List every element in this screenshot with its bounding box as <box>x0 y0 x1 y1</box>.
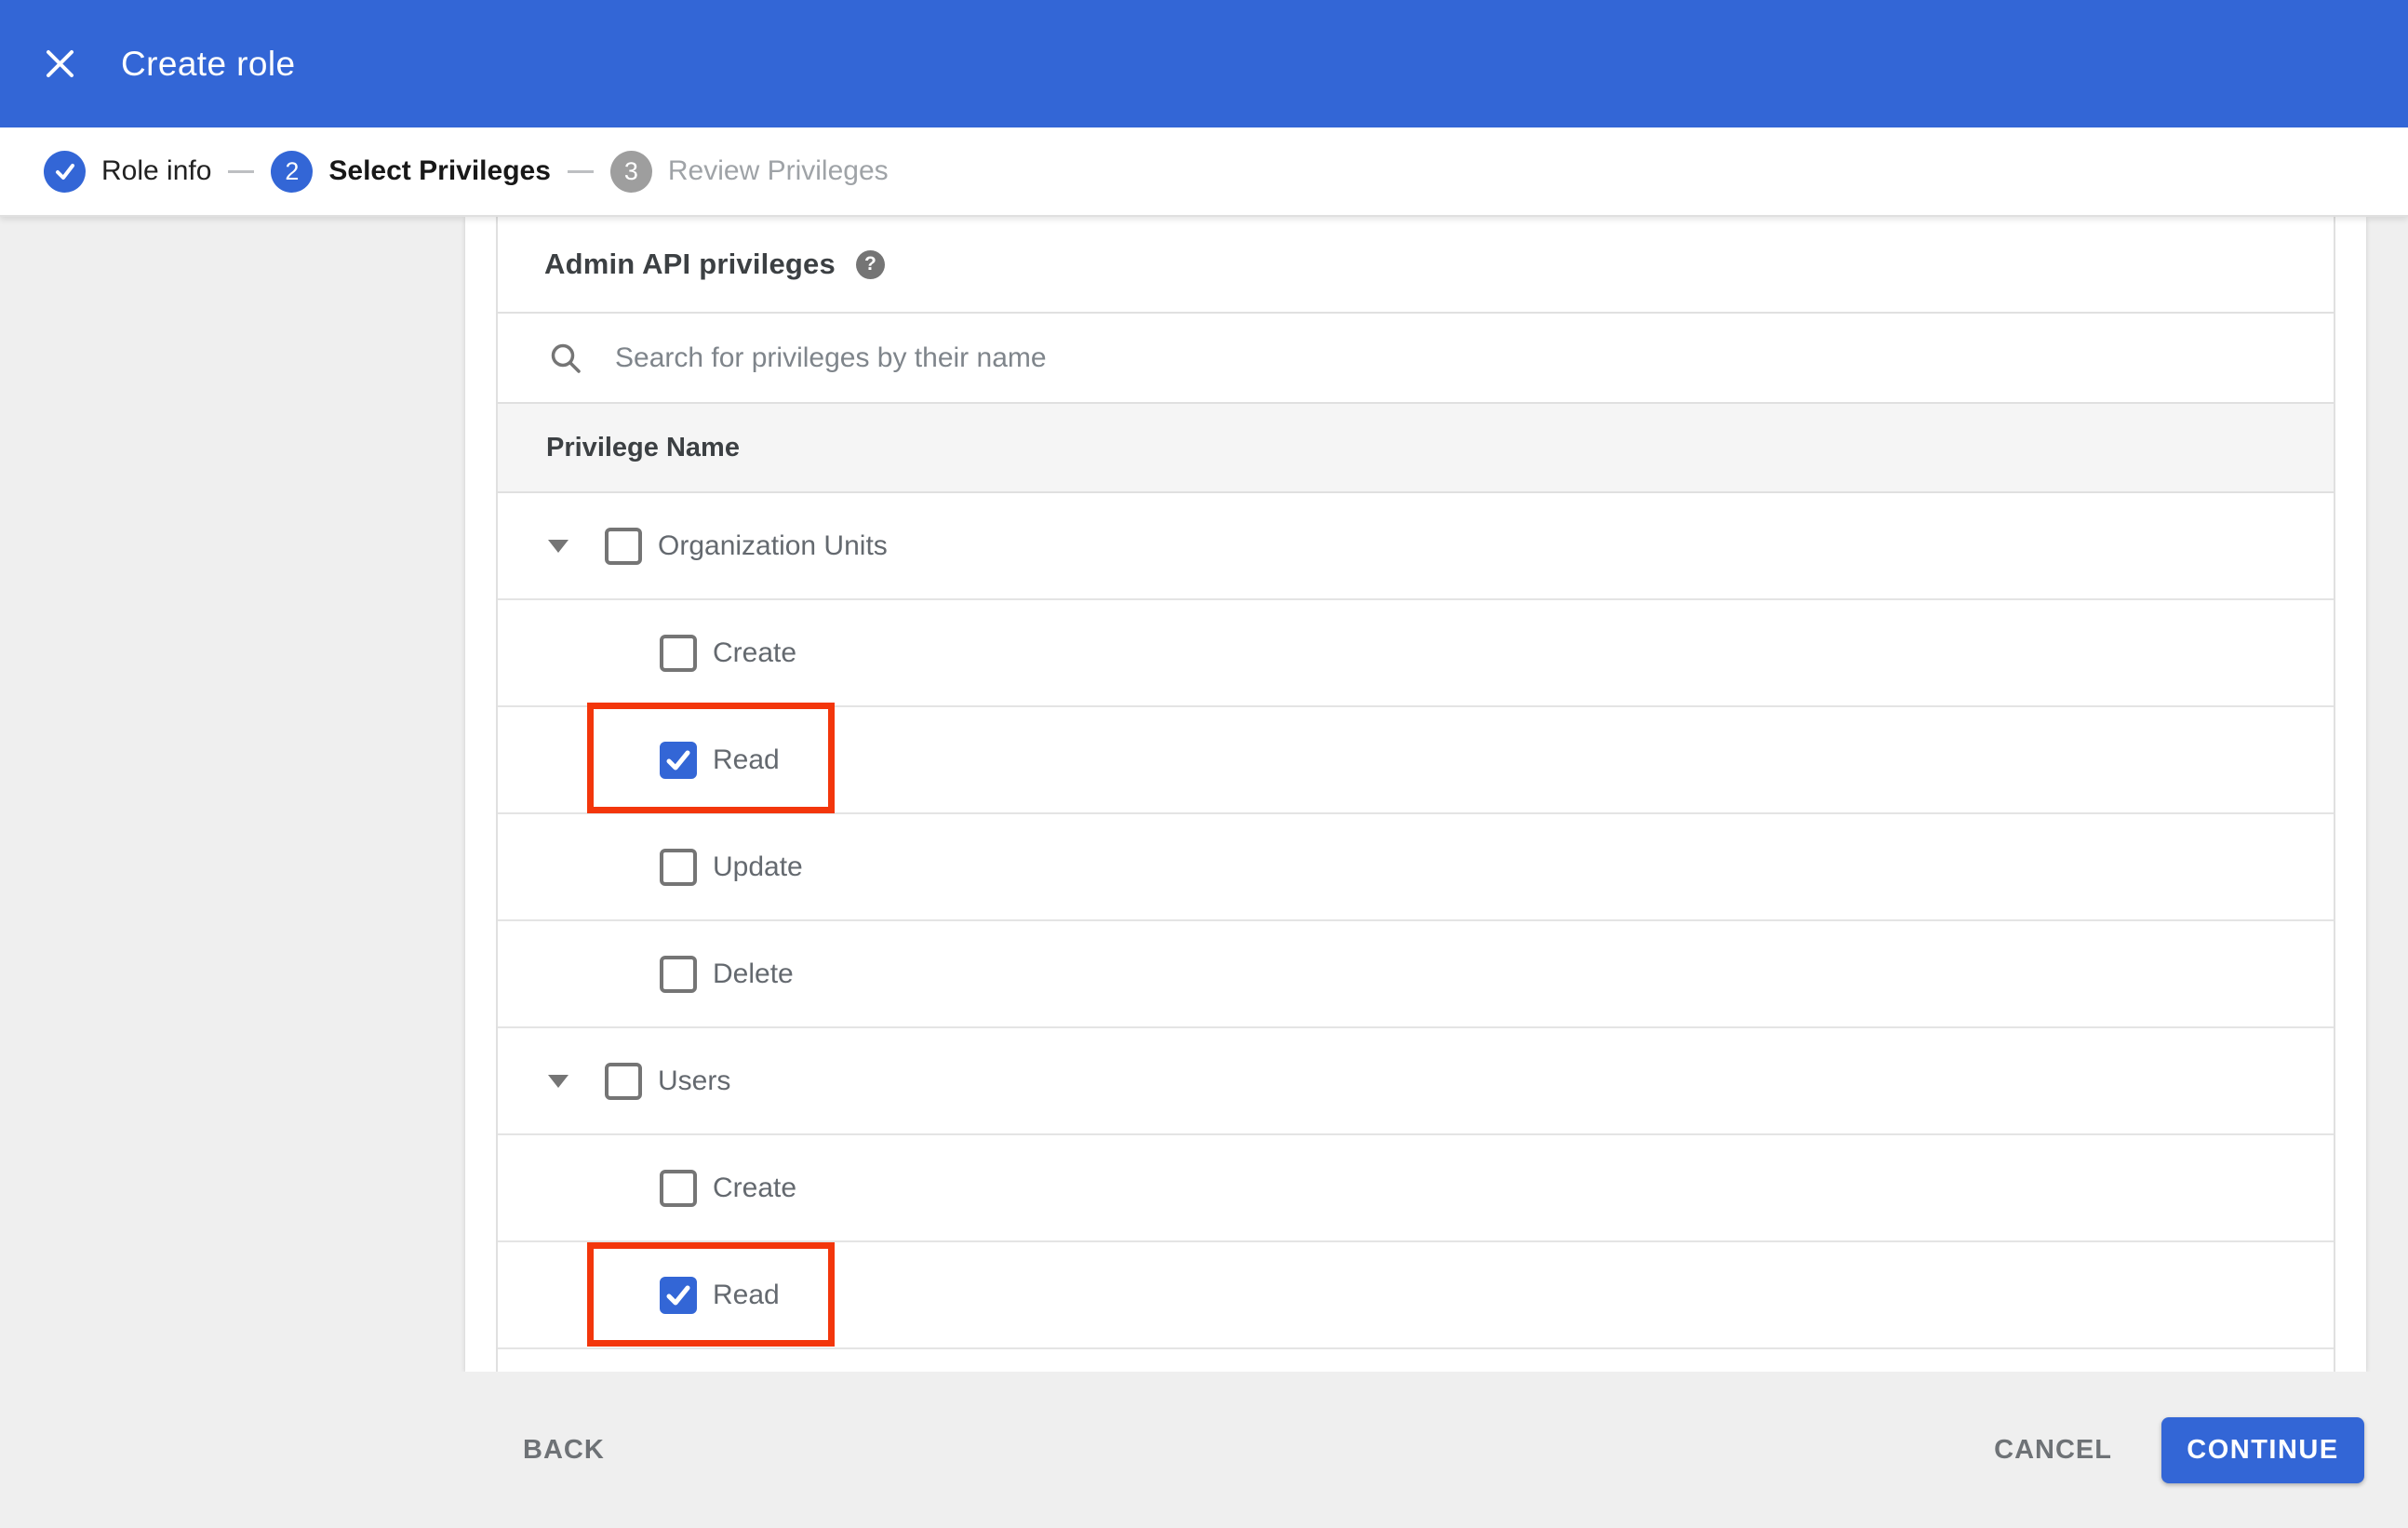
table-row-orgunits-create: Create <box>498 600 2334 707</box>
step-review-privileges: 3 Review Privileges <box>609 150 889 193</box>
checkbox-organization-units[interactable] <box>605 527 642 565</box>
checkmark-icon <box>666 1285 690 1305</box>
privilege-label: Organization Units <box>658 529 888 561</box>
section-header: Admin API privileges ? <box>498 217 2334 314</box>
privilege-label: Create <box>713 1172 797 1203</box>
step-number-badge: 3 <box>609 150 652 193</box>
privilege-label: Delete <box>713 958 794 989</box>
stepper: Role info 2 Select Privileges 3 Review P… <box>0 127 2408 217</box>
privilege-label: Read <box>713 1279 780 1310</box>
privilege-label: Create <box>713 637 797 668</box>
step-complete-check-icon <box>44 150 86 193</box>
content-card: Admin API privileges ? Privilege Name <box>465 217 2366 1372</box>
table-row-partial <box>498 1349 2334 1370</box>
table-row-orgunits-update: Update <box>498 814 2334 921</box>
help-icon[interactable]: ? <box>855 249 885 279</box>
privileges-panel: Admin API privileges ? Privilege Name <box>496 217 2335 1372</box>
footer-bar: BACK CANCEL CONTINUE <box>0 1372 2408 1528</box>
table-row-users-create: Create <box>498 1135 2334 1242</box>
close-icon <box>46 50 74 77</box>
privilege-label: Users <box>658 1065 731 1096</box>
checkbox-orgunits-delete[interactable] <box>660 955 697 993</box>
table-row-orgunits-read: Read <box>498 707 2334 814</box>
table-column-header: Privilege Name <box>498 404 2334 493</box>
table-row-users-read: Read <box>498 1242 2334 1349</box>
step-number-badge: 2 <box>271 150 314 193</box>
table-row-users: Users <box>498 1028 2334 1135</box>
checkbox-orgunits-create[interactable] <box>660 634 697 672</box>
search-icon <box>551 343 581 373</box>
step-select-privileges[interactable]: 2 Select Privileges <box>271 150 551 193</box>
privilege-label: Read <box>713 744 780 775</box>
checkmark-icon <box>666 750 690 770</box>
create-role-dialog: Create role Role info 2 Select Privilege… <box>0 0 2408 1528</box>
privilege-search-row <box>498 314 2334 404</box>
step-label: Role info <box>101 155 212 186</box>
checkbox-orgunits-read[interactable] <box>660 741 697 779</box>
table-row-organization-units: Organization Units <box>498 493 2334 600</box>
step-divider <box>228 169 255 173</box>
step-divider <box>567 169 594 173</box>
dialog-header: Create role <box>0 0 2408 127</box>
dialog-title: Create role <box>121 44 296 83</box>
search-input[interactable] <box>613 341 1866 375</box>
checkbox-users[interactable] <box>605 1062 642 1100</box>
back-button[interactable]: BACK <box>523 1435 605 1466</box>
continue-button[interactable]: CONTINUE <box>2161 1416 2364 1483</box>
close-button[interactable] <box>41 46 78 83</box>
step-label: Select Privileges <box>328 155 551 186</box>
collapse-arrow-icon[interactable] <box>548 539 569 553</box>
checkbox-users-create[interactable] <box>660 1169 697 1207</box>
collapse-arrow-icon[interactable] <box>548 1074 569 1088</box>
page-background: Admin API privileges ? Privilege Name <box>0 217 2408 1528</box>
checkbox-orgunits-update[interactable] <box>660 848 697 886</box>
cancel-button[interactable]: CANCEL <box>1994 1435 2112 1466</box>
column-header-label: Privilege Name <box>546 432 740 462</box>
table-row-orgunits-delete: Delete <box>498 921 2334 1028</box>
step-label: Review Privileges <box>667 155 889 186</box>
section-title: Admin API privileges <box>544 248 836 280</box>
privilege-label: Update <box>713 851 803 882</box>
step-role-info[interactable]: Role info <box>44 150 212 193</box>
checkbox-users-read[interactable] <box>660 1276 697 1314</box>
